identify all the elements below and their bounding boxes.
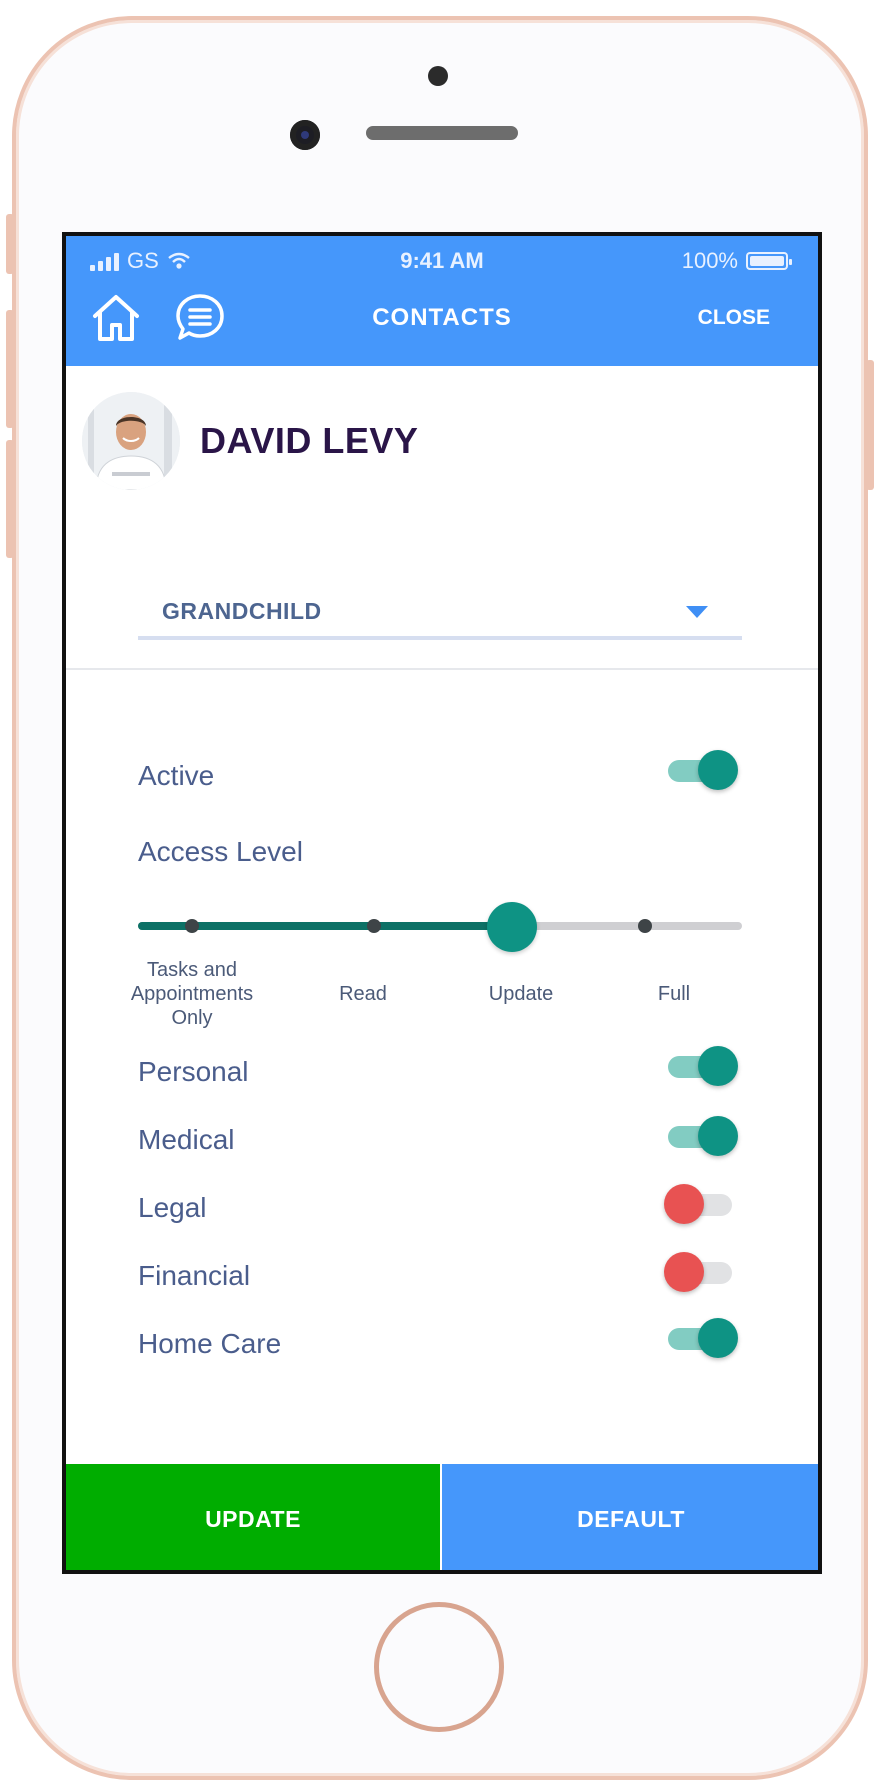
access-level-slider[interactable] [138, 896, 742, 956]
toggle-knob [698, 750, 738, 790]
relationship-dropdown[interactable]: GRANDCHILD [138, 570, 742, 640]
toggle-knob [664, 1252, 704, 1292]
category-label-financial: Financial [138, 1260, 251, 1291]
access-level-option[interactable]: Update [466, 982, 576, 1006]
phone-side-button [6, 440, 14, 558]
update-button[interactable]: UPDATE [66, 1464, 440, 1570]
category-label-medical: Medical [138, 1124, 235, 1155]
category-label-personal: Personal [138, 1056, 249, 1087]
earpiece-speaker [366, 126, 518, 140]
access-level-option[interactable]: Full [624, 982, 724, 1006]
app-screen: GS 9:41 AM 100% CONTACTS CLOSE DAVID LEV… [62, 232, 822, 1574]
relationship-value: GRANDCHILD [162, 598, 322, 624]
phone-side-button [6, 310, 14, 428]
header-bar: GS 9:41 AM 100% CONTACTS CLOSE [66, 236, 818, 366]
contact-name: DAVID LEVY [200, 420, 419, 461]
default-button[interactable]: DEFAULT [442, 1464, 818, 1570]
avatar [82, 392, 180, 490]
access-level-option[interactable]: Read [308, 982, 418, 1006]
slider-thumb[interactable] [487, 902, 538, 952]
personal-toggle[interactable] [664, 1046, 738, 1086]
phone-side-button [866, 360, 874, 490]
toggle-knob [664, 1184, 704, 1224]
active-label: Active [138, 760, 215, 791]
status-bar: GS 9:41 AM 100% [66, 236, 818, 286]
medical-toggle[interactable] [664, 1116, 738, 1156]
access-level-option[interactable]: Tasks and Appointments Only [118, 958, 266, 1030]
slider-stop [638, 919, 653, 933]
front-camera [290, 120, 320, 150]
dropdown-caret-icon [686, 606, 708, 618]
battery-icon [746, 252, 792, 270]
category-label-home-care: Home Care [138, 1328, 282, 1359]
toggle-knob [698, 1116, 738, 1156]
toggle-knob [698, 1318, 738, 1358]
category-label-legal: Legal [138, 1192, 207, 1223]
proximity-sensor [428, 66, 448, 86]
avatar-photo [82, 392, 180, 490]
phone-side-button [6, 214, 14, 274]
active-toggle[interactable] [664, 750, 738, 790]
legal-toggle[interactable] [664, 1184, 738, 1224]
home-care-toggle[interactable] [664, 1318, 738, 1358]
battery-percent: 100% [681, 248, 738, 273]
access-level-label: Access Level [138, 836, 303, 867]
home-hardware-button[interactable] [374, 1602, 504, 1732]
toggle-knob [698, 1046, 738, 1086]
close-button[interactable]: CLOSE [698, 306, 770, 330]
contact-profile: DAVID LEVY [82, 392, 418, 490]
slider-stop [185, 919, 200, 933]
section-divider [66, 668, 818, 670]
slider-stop [366, 919, 381, 933]
financial-toggle[interactable] [664, 1252, 738, 1292]
